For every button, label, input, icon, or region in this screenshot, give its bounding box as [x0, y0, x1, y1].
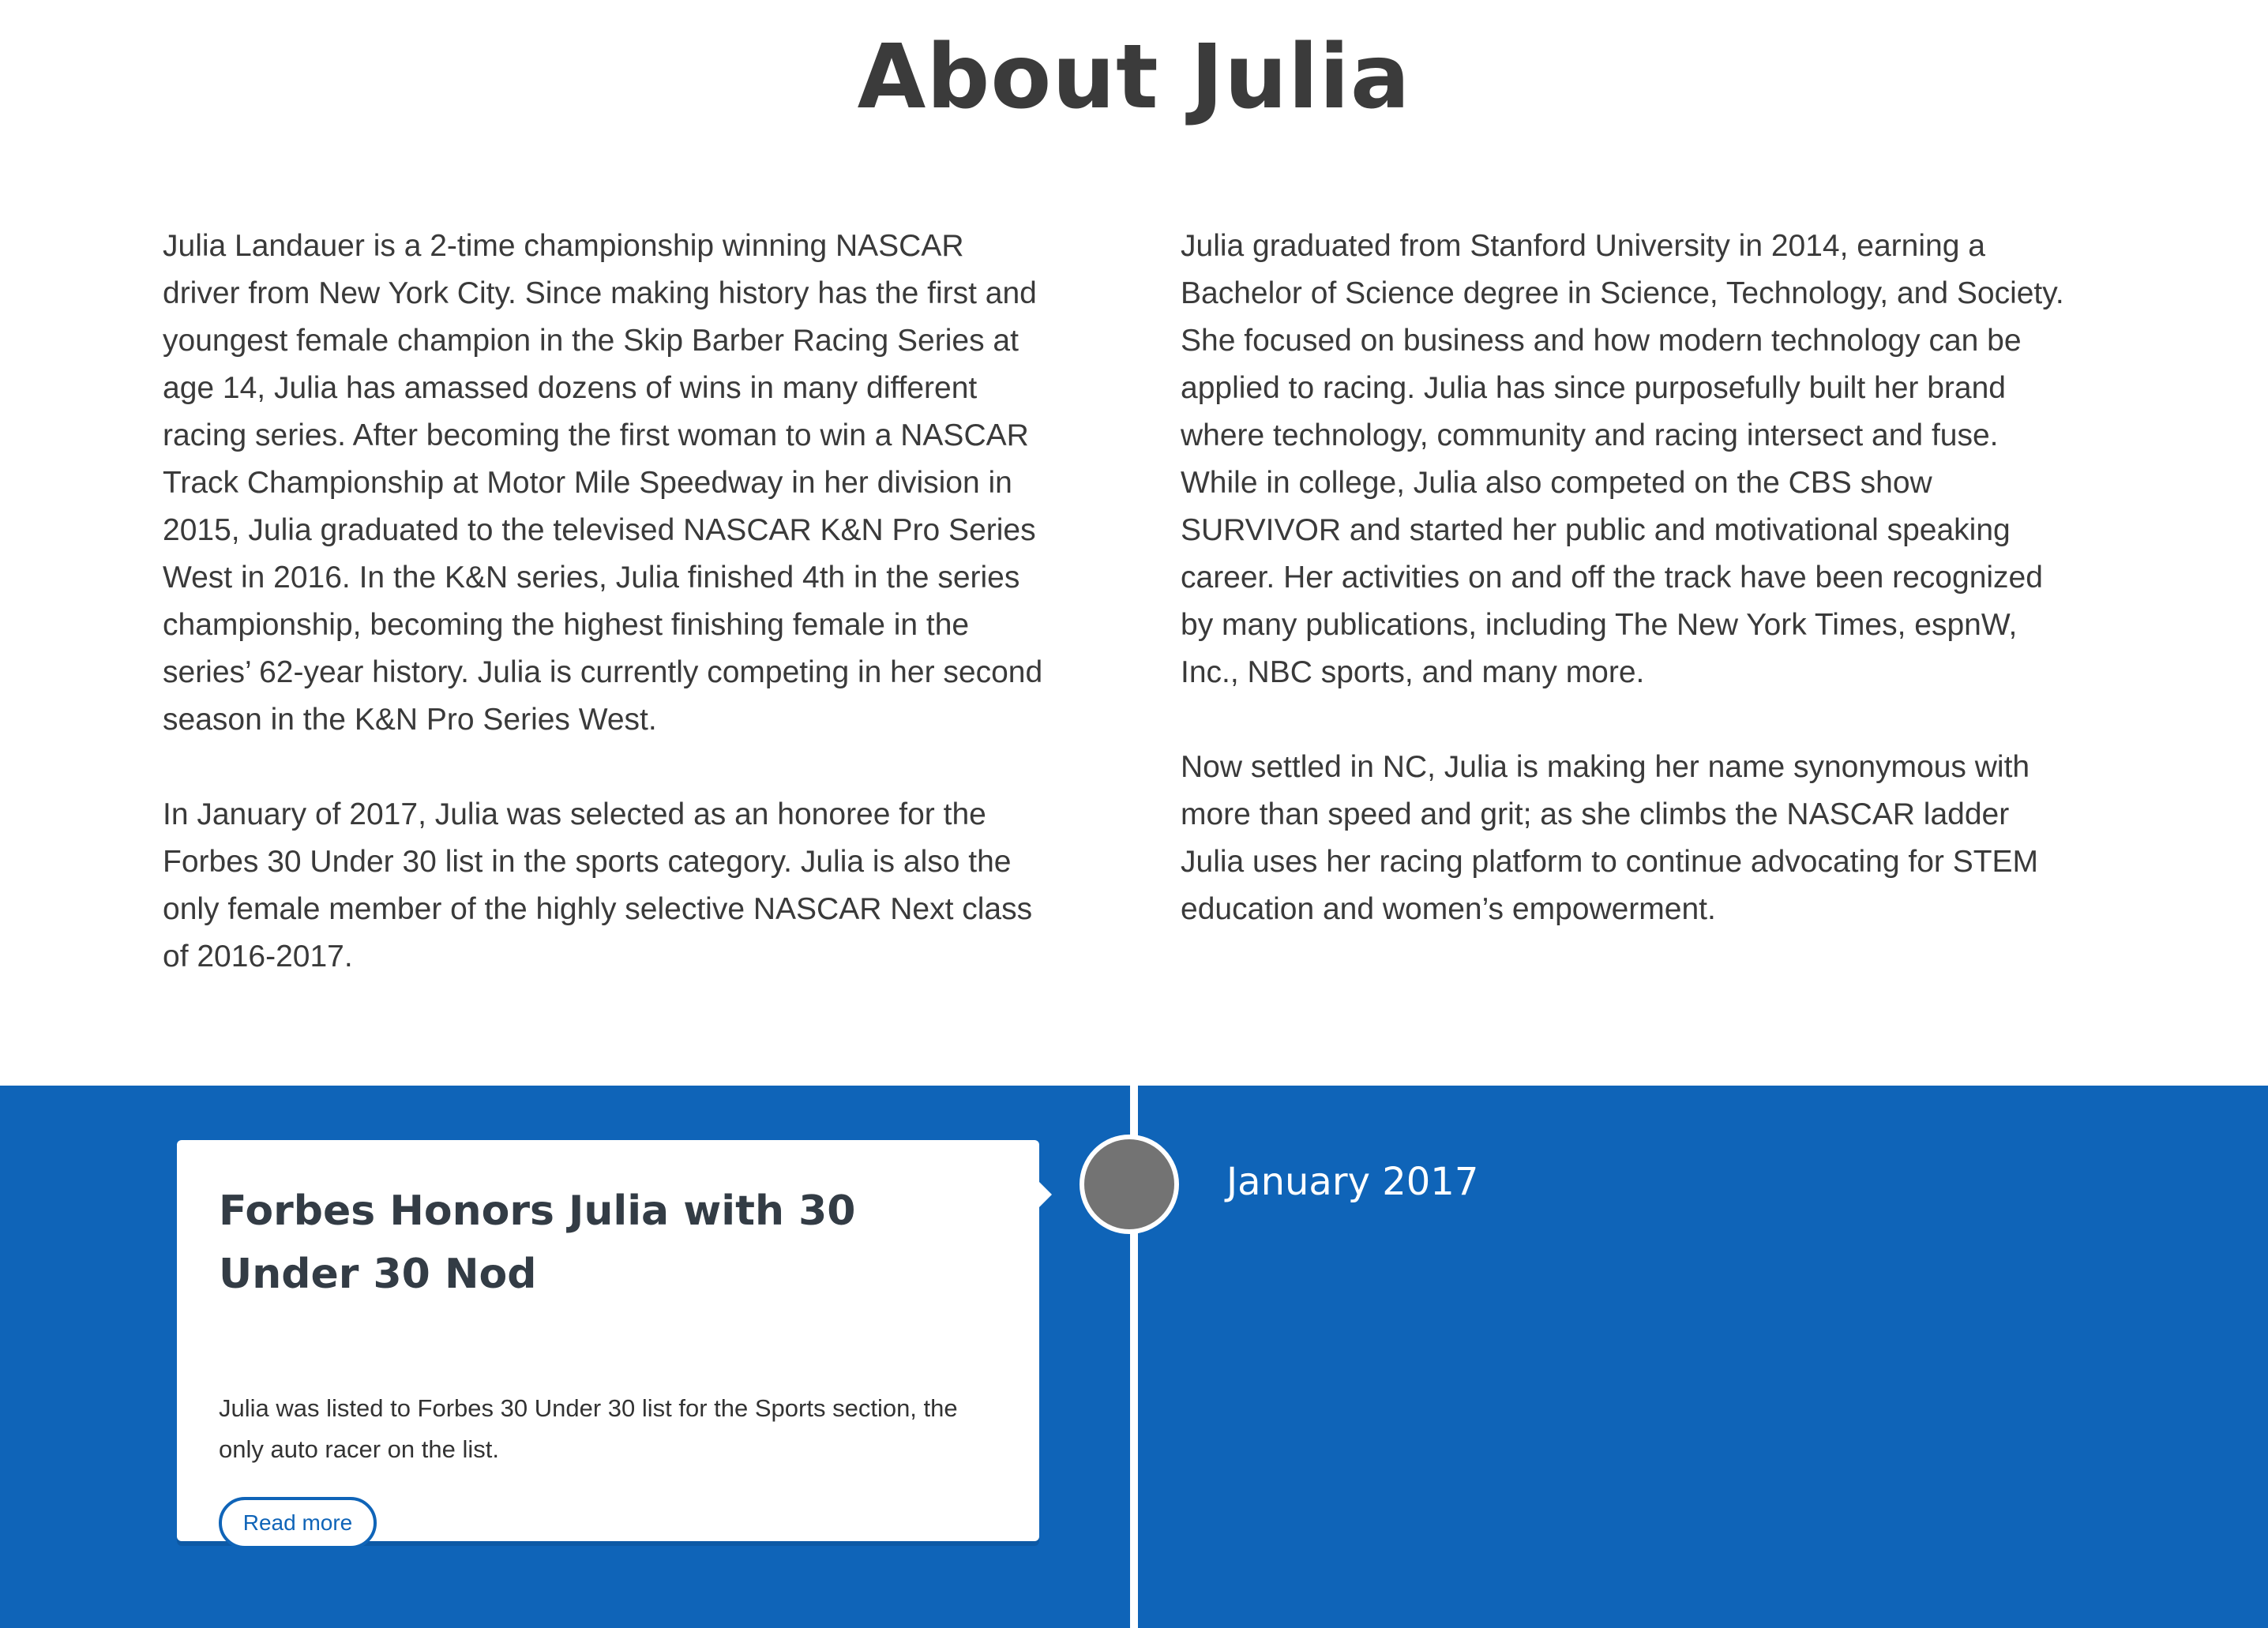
timeline-section: Forbes Honors Julia with 30 Under 30 Nod… — [0, 1086, 2268, 1628]
read-more-button[interactable]: Read more — [219, 1497, 377, 1549]
about-right-column: Julia graduated from Stanford University… — [1181, 223, 2065, 981]
about-paragraph: In January of 2017, Julia was selected a… — [163, 797, 1033, 973]
timeline-card-text: Julia was listed to Forbes 30 Under 30 l… — [219, 1394, 958, 1463]
timeline-card: Forbes Honors Julia with 30 Under 30 Nod… — [177, 1140, 1039, 1549]
timeline-card-title: Forbes Honors Julia with 30 Under 30 Nod — [219, 1187, 856, 1298]
about-paragraph: Now settled in NC, Julia is making her n… — [1181, 750, 2039, 926]
about-left-column: Julia Landauer is a 2-time championship … — [163, 223, 1047, 1028]
about-paragraph: Julia graduated from Stanford University… — [1181, 229, 2064, 689]
about-paragraph: Julia Landauer is a 2-time championship … — [163, 229, 1043, 737]
timeline-node-icon — [1080, 1135, 1179, 1234]
timeline-card-pointer — [1038, 1180, 1052, 1209]
about-section: About Julia Julia Landauer is a 2-time c… — [0, 0, 2268, 1086]
timeline-date: January 2017 — [1226, 1160, 1479, 1204]
page-title: About Julia — [857, 26, 1411, 129]
